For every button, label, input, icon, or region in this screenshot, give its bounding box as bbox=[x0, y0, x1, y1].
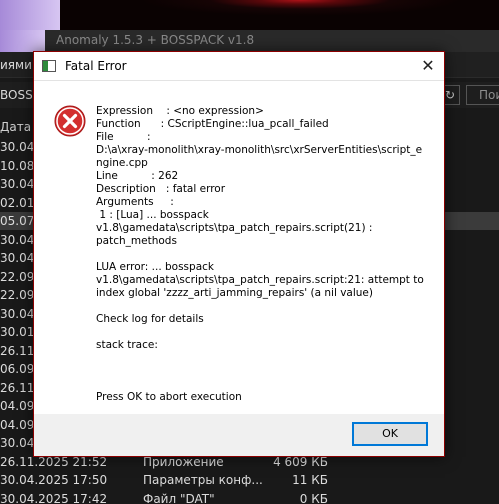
app-icon bbox=[42, 60, 56, 72]
error-message-line: Description : fatal error bbox=[96, 183, 226, 195]
dialog-body: Expression : <no expression> Function : C… bbox=[34, 81, 444, 414]
error-message-line: v1.8\gamedata\scripts\tpa_patch_repairs.… bbox=[96, 222, 373, 234]
desktop-wallpaper bbox=[0, 0, 499, 30]
wallpaper-tile bbox=[0, 0, 60, 30]
error-message-line bbox=[96, 365, 430, 378]
file-date: 30.04.2025 17:50 bbox=[0, 473, 108, 487]
file-size: 0 КБ bbox=[299, 491, 328, 504]
error-message-line: Line : 262 bbox=[96, 170, 179, 182]
file-type: Параметры конф... bbox=[143, 473, 263, 487]
error-message-line bbox=[96, 352, 430, 365]
close-icon[interactable]: ✕ bbox=[412, 52, 444, 81]
error-message-line bbox=[96, 248, 430, 261]
menu-item-fragment[interactable]: иями bbox=[0, 58, 32, 72]
error-message-line: 1 : [Lua] ... bosspack bbox=[96, 209, 209, 221]
error-message-line bbox=[96, 378, 430, 391]
error-message-line: ngine.cpp bbox=[96, 157, 148, 169]
error-icon bbox=[54, 105, 86, 137]
ok-button[interactable]: OK bbox=[352, 422, 428, 446]
fatal-error-dialog: Fatal Error ✕ Expression : <no expressio… bbox=[33, 51, 445, 457]
file-row[interactable]: 30.04.2025 17:50 Параметры конф... 11 КБ bbox=[0, 471, 499, 489]
error-message-line: Arguments : bbox=[96, 196, 174, 208]
dialog-titlebar[interactable]: Fatal Error ✕ bbox=[34, 52, 444, 81]
error-message-line bbox=[96, 326, 430, 339]
error-message-line: v1.8\gamedata\scripts\tpa_patch_repairs.… bbox=[96, 274, 424, 286]
dialog-title: Fatal Error bbox=[65, 59, 127, 73]
error-message-line: D:\a\xray-monolith\xray-monolith\src\xrS… bbox=[96, 144, 423, 156]
error-message-line: Expression : <no expression> bbox=[96, 105, 264, 117]
error-message-line: File : bbox=[96, 131, 151, 143]
file-date: 30.04.2025 17:42 bbox=[0, 491, 108, 504]
search-input[interactable]: Пои bbox=[466, 85, 499, 105]
dialog-footer: OK bbox=[34, 414, 444, 456]
error-message-line: Press OK to abort execution bbox=[96, 391, 242, 403]
background-window-titlebar[interactable]: Anomaly 1.5.3 + BOSSPACK v1.8 bbox=[0, 30, 499, 52]
error-message: Expression : <no expression> Function : C… bbox=[96, 105, 430, 404]
error-message-line: Function : CScriptEngine::lua_pcall_fail… bbox=[96, 118, 329, 130]
background-titlebar-tile bbox=[0, 30, 45, 52]
error-message-line: patch_methods bbox=[96, 235, 177, 247]
file-row[interactable]: 30.04.2025 17:42 Файл "DAT" 0 КБ bbox=[0, 490, 499, 504]
file-type: Файл "DAT" bbox=[143, 491, 215, 504]
error-message-line: index global 'zzzz_arti_jamming_repairs'… bbox=[96, 287, 373, 299]
error-message-line: LUA error: ... bosspack bbox=[96, 261, 214, 273]
background-window-title: Anomaly 1.5.3 + BOSSPACK v1.8 bbox=[56, 33, 255, 47]
error-message-line bbox=[96, 300, 430, 313]
error-message-line: Check log for details bbox=[96, 313, 204, 325]
error-message-line: stack trace: bbox=[96, 339, 158, 351]
file-size: 11 КБ bbox=[292, 473, 328, 487]
